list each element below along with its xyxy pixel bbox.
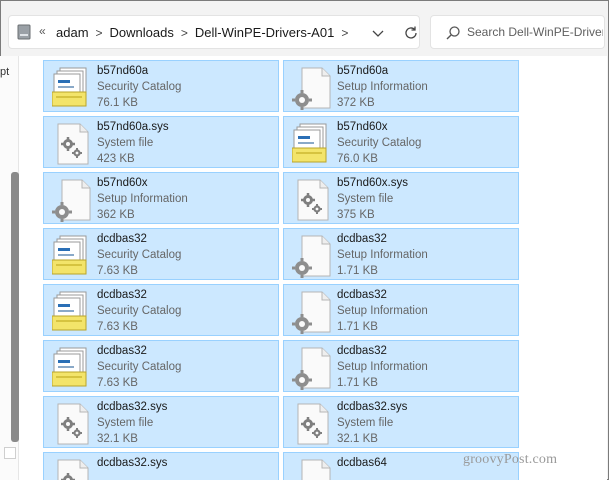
file-item[interactable]: dcdbas32 Security Catalog 7.63 KB xyxy=(43,284,279,336)
file-name: b57nd60x xyxy=(337,121,388,133)
file-item[interactable]: dcdbas32 Security Catalog 7.63 KB xyxy=(43,340,279,392)
file-type: Setup Information xyxy=(337,81,428,93)
chevron-down-icon[interactable] xyxy=(370,25,386,41)
drive-icon xyxy=(17,24,31,40)
navigation-item-label[interactable]: pt xyxy=(0,66,9,78)
system-file-icon xyxy=(52,458,94,480)
file-size: 423 KB xyxy=(97,153,135,165)
setup-info-icon xyxy=(292,290,334,334)
breadcrumb-item-current-folder[interactable]: Dell-WinPE-Drivers-A01 xyxy=(195,25,334,40)
file-type: Setup Information xyxy=(337,249,428,261)
catalog-icon xyxy=(291,122,334,166)
file-size: 1.71 KB xyxy=(337,377,378,389)
file-item[interactable]: b57nd60a Security Catalog 76.1 KB xyxy=(43,60,279,112)
chevron-right-icon[interactable]: > xyxy=(96,26,103,40)
system-file-icon xyxy=(52,402,94,446)
scrollbar-thumb[interactable] xyxy=(11,172,19,442)
file-type: Security Catalog xyxy=(97,305,182,317)
file-item[interactable]: dcdbas32 Setup Information 1.71 KB xyxy=(283,340,519,392)
file-name: dcdbas32 xyxy=(97,289,147,301)
file-name: dcdbas32.sys xyxy=(337,401,408,413)
file-size: 1.71 KB xyxy=(337,265,378,277)
file-size: 7.63 KB xyxy=(97,265,138,277)
file-name: dcdbas32 xyxy=(97,233,147,245)
file-type: Setup Information xyxy=(97,193,188,205)
setup-info-icon xyxy=(292,234,334,278)
file-size: 32.1 KB xyxy=(337,433,378,445)
breadcrumb-item-downloads[interactable]: Downloads xyxy=(110,25,174,40)
file-type: System file xyxy=(337,417,394,429)
scrollbar-down-arrow[interactable] xyxy=(4,447,16,459)
file-item[interactable]: b57nd60x Setup Information 362 KB xyxy=(43,172,279,224)
setup-info-icon xyxy=(52,178,94,222)
chevron-right-icon[interactable]: > xyxy=(341,26,348,40)
setup-info-icon xyxy=(292,346,334,390)
file-type: Setup Information xyxy=(337,361,428,373)
search-input[interactable] xyxy=(467,23,603,41)
file-name: dcdbas32 xyxy=(337,233,387,245)
file-name: b57nd60a xyxy=(337,65,389,77)
breadcrumb-item-adam[interactable]: adam xyxy=(56,25,89,40)
file-item[interactable]: b57nd60x.sys System file 375 KB xyxy=(283,172,519,224)
file-item[interactable]: dcdbas32.sys xyxy=(43,452,279,480)
file-size: 375 KB xyxy=(337,209,375,221)
file-name: b57nd60a xyxy=(97,65,149,77)
file-type: System file xyxy=(97,417,154,429)
file-size: 1.71 KB xyxy=(337,321,378,333)
file-name: b57nd60x.sys xyxy=(337,177,408,189)
chevron-right-icon[interactable]: > xyxy=(181,26,188,40)
refresh-icon[interactable] xyxy=(403,25,419,41)
file-size: 76.0 KB xyxy=(337,153,378,165)
file-size: 7.63 KB xyxy=(97,321,138,333)
overflow-indicator[interactable]: « xyxy=(39,24,46,38)
file-name: dcdbas32.sys xyxy=(97,401,168,413)
file-list-pane[interactable]: b57nd60a Security Catalog 76.1 KB b57nd60a S… xyxy=(19,56,607,480)
file-size: 76.1 KB xyxy=(97,97,138,109)
file-name: dcdbas32 xyxy=(337,289,387,301)
file-item[interactable]: dcdbas32 Security Catalog 7.63 KB xyxy=(43,228,279,280)
setup-info-icon xyxy=(292,66,334,110)
file-item[interactable]: dcdbas32 Setup Information 1.71 KB xyxy=(283,228,519,280)
file-type: Security Catalog xyxy=(97,249,182,261)
file-type: Security Catalog xyxy=(337,137,422,149)
file-item[interactable]: b57nd60a.sys System file 423 KB xyxy=(43,116,279,168)
file-item[interactable]: b57nd60x Security Catalog 76.0 KB xyxy=(283,116,519,168)
catalog-icon xyxy=(51,290,94,334)
file-name: b57nd60x xyxy=(97,177,148,189)
file-item[interactable]: dcdbas32.sys System file 32.1 KB xyxy=(283,396,519,448)
file-item[interactable]: dcdbas32.sys System file 32.1 KB xyxy=(43,396,279,448)
file-type: Security Catalog xyxy=(97,361,182,373)
file-item[interactable]: b57nd60a Setup Information 372 KB xyxy=(283,60,519,112)
file-name: dcdbas32 xyxy=(337,345,387,357)
catalog-icon xyxy=(51,234,94,278)
address-bar[interactable]: « adam > Downloads > Dell-WinPE-Drivers-… xyxy=(8,15,420,49)
system-file-icon xyxy=(292,402,334,446)
file-type: System file xyxy=(337,193,394,205)
file-name: b57nd60a.sys xyxy=(97,121,169,133)
file-size: 362 KB xyxy=(97,209,135,221)
system-file-icon xyxy=(292,178,334,222)
setup-info-icon xyxy=(292,458,334,480)
file-name: dcdbas64 xyxy=(337,457,387,469)
search-box[interactable] xyxy=(430,15,605,49)
file-size: 7.63 KB xyxy=(97,377,138,389)
system-file-icon xyxy=(52,122,94,166)
breadcrumb: adam > Downloads > Dell-WinPE-Drivers-A0… xyxy=(56,25,355,40)
catalog-icon xyxy=(51,346,94,390)
watermark: groovyPost.com xyxy=(463,452,558,467)
file-item[interactable]: dcdbas32 Setup Information 1.71 KB xyxy=(283,284,519,336)
file-name: dcdbas32 xyxy=(97,345,147,357)
file-type: Setup Information xyxy=(337,305,428,317)
search-icon xyxy=(446,26,460,40)
file-name: dcdbas32.sys xyxy=(97,457,168,469)
file-type: System file xyxy=(97,137,154,149)
catalog-icon xyxy=(51,66,94,110)
file-size: 372 KB xyxy=(337,97,375,109)
file-type: Security Catalog xyxy=(97,81,182,93)
file-size: 32.1 KB xyxy=(97,433,138,445)
